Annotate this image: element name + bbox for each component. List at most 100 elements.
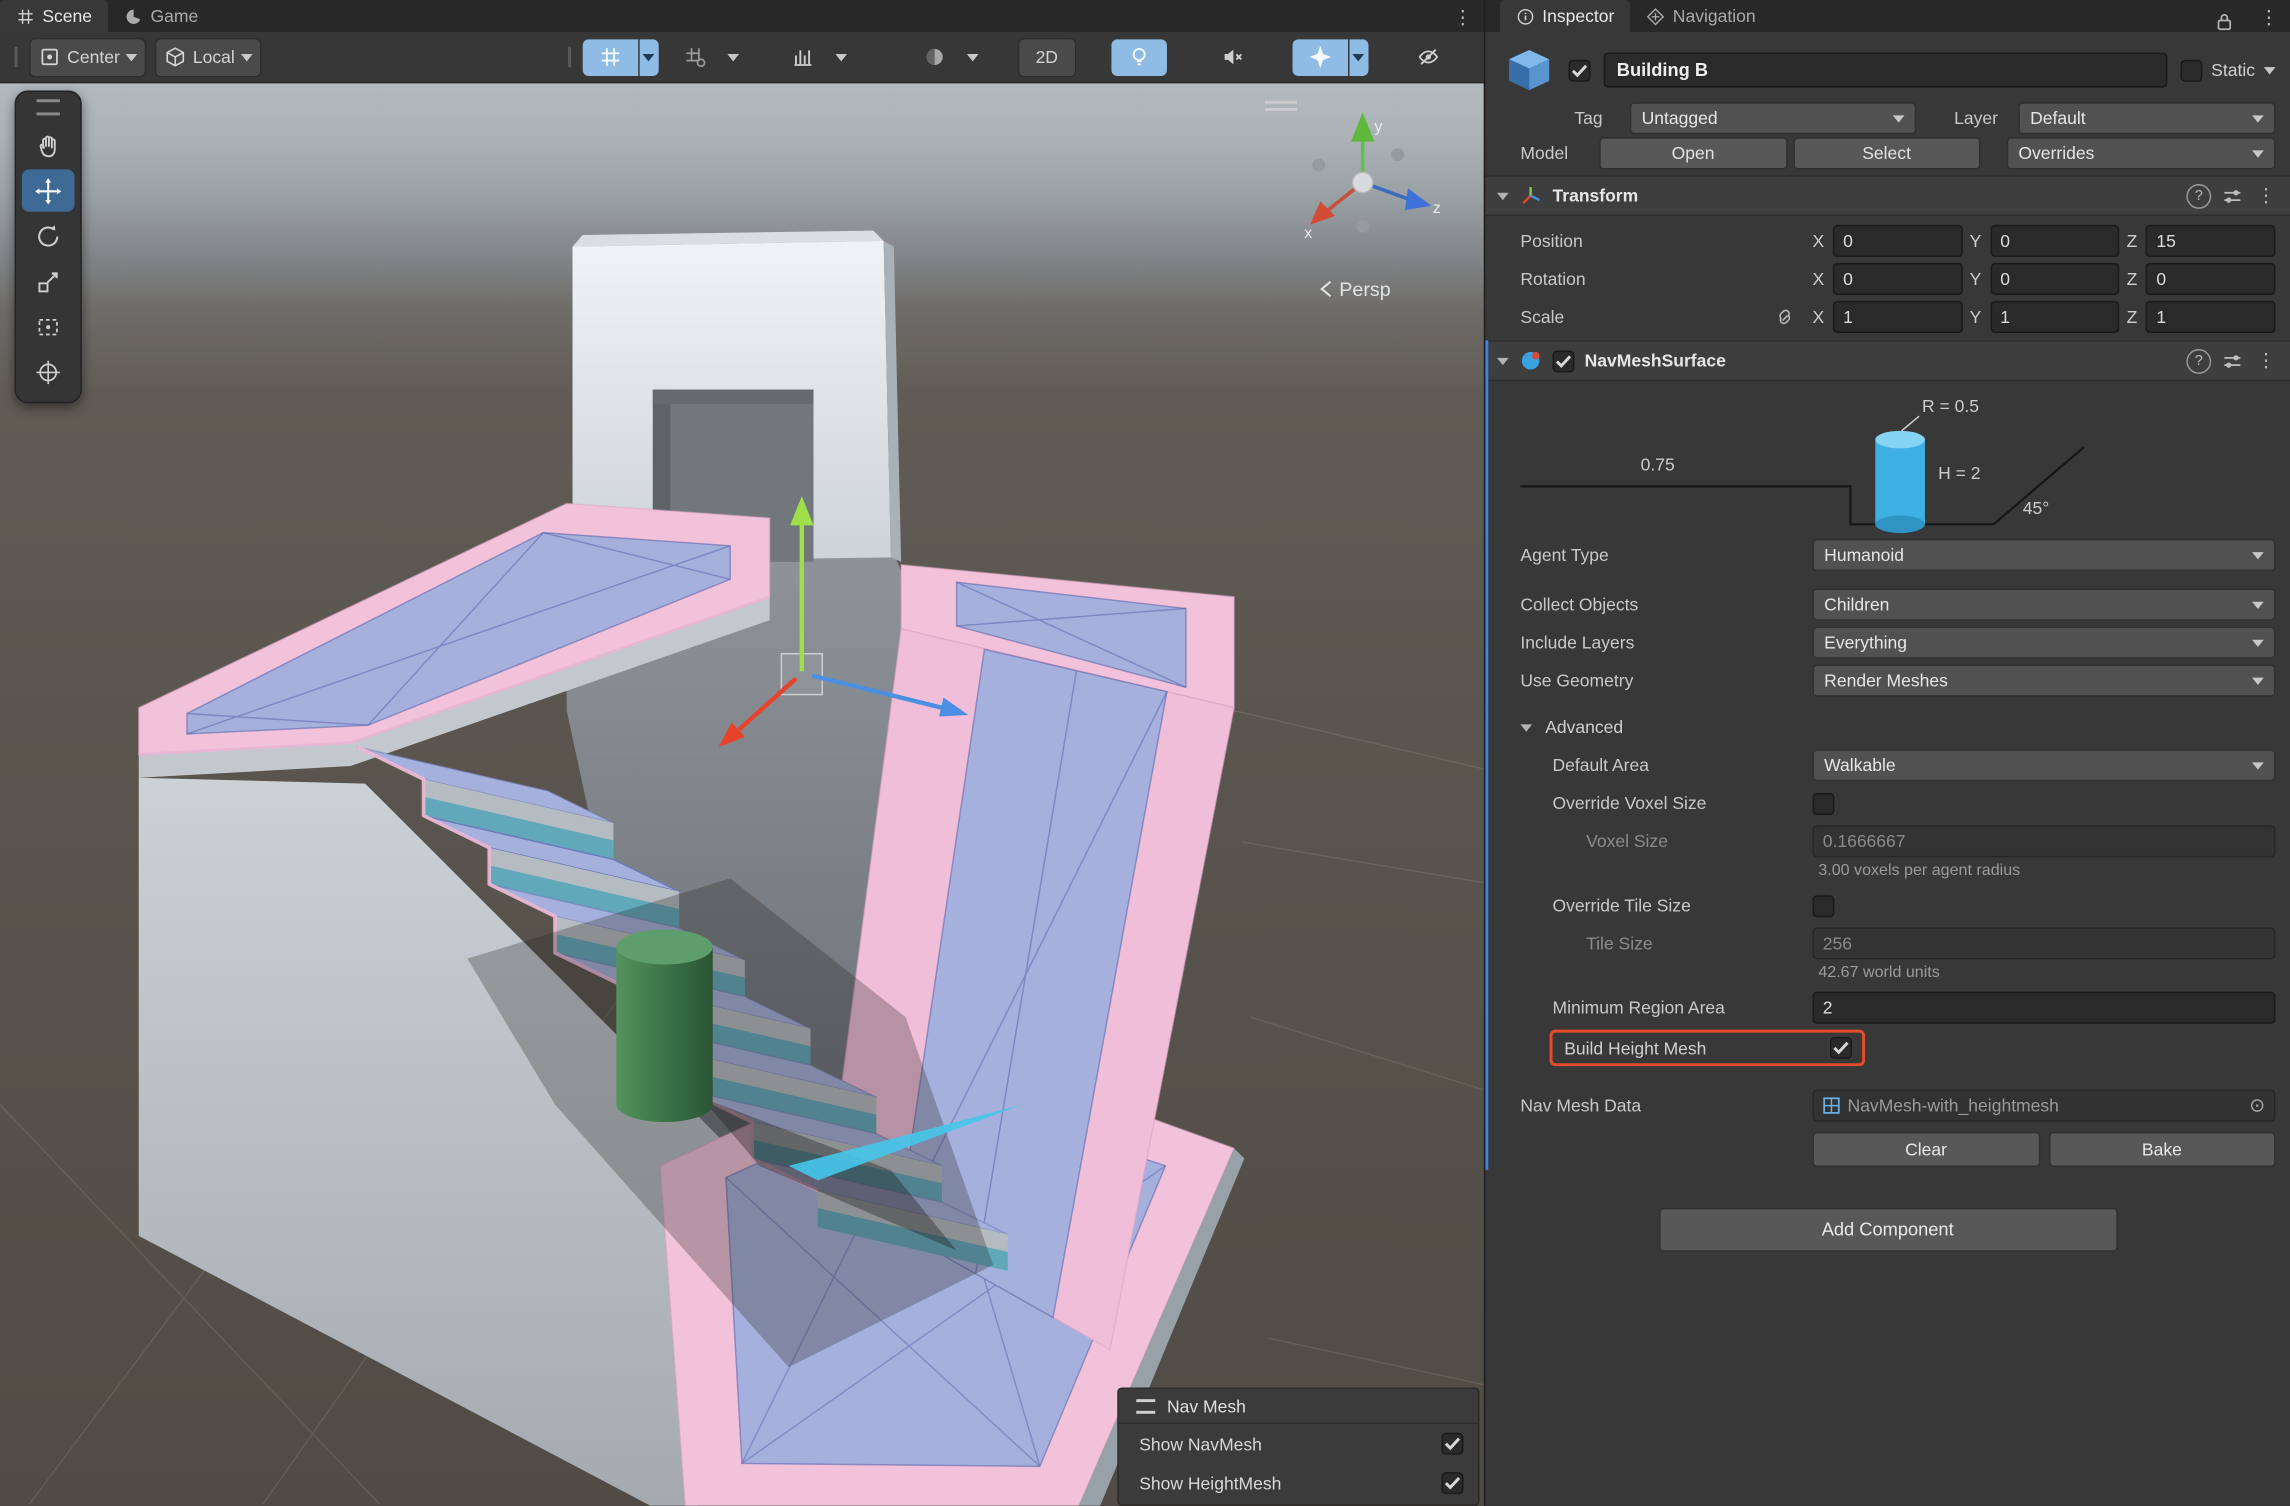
position-y-field[interactable]: 0 [1990, 225, 2119, 257]
transform-header[interactable]: Transform ? ⋮ [1485, 175, 2290, 216]
tab-scene[interactable]: Scene [0, 0, 108, 32]
navmeshsurface-header[interactable]: NavMeshSurface ? ⋮ [1485, 340, 2290, 381]
scene-viewport[interactable]: y x z Persp [0, 83, 1484, 1506]
orientation-negative-axis[interactable] [1312, 158, 1325, 171]
2d-mode-toggle[interactable]: 2D [1018, 37, 1076, 76]
foldout-icon[interactable] [1520, 724, 1532, 731]
help-icon[interactable]: ? [2186, 348, 2211, 373]
palette-drag-handle-icon[interactable] [37, 99, 60, 115]
scale-z-field[interactable]: 1 [2146, 301, 2275, 333]
default-area-dropdown[interactable]: Walkable [1812, 749, 2275, 781]
axis-x-label: x [1304, 224, 1312, 242]
kebab-menu-icon[interactable]: ⋮ [2254, 181, 2279, 210]
help-icon[interactable]: ? [2186, 183, 2211, 208]
transform-title: Transform [1553, 185, 1639, 205]
tab-game[interactable]: Game [108, 0, 214, 32]
snap-increment-dropdown[interactable] [832, 39, 851, 76]
agent-type-dropdown[interactable]: Humanoid [1812, 539, 2275, 571]
orientation-negative-axis[interactable] [1391, 148, 1404, 161]
add-component-label: Add Component [1822, 1220, 1954, 1240]
move-tool-button[interactable] [22, 169, 75, 211]
scene-pane-kebab-icon[interactable]: ⋮ [1442, 3, 1484, 32]
model-select-button[interactable]: Select [1793, 137, 1981, 169]
draw-mode-button[interactable] [907, 39, 962, 76]
scene-audio-toggle[interactable] [1205, 39, 1260, 76]
nav-mesh-data-field[interactable]: NavMesh-with_heightmesh ⊙ [1812, 1090, 2275, 1122]
foldout-icon[interactable] [1497, 192, 1509, 199]
position-z-field[interactable]: 15 [2146, 225, 2275, 257]
draw-mode-dropdown[interactable] [964, 39, 983, 76]
orientation-center[interactable] [1352, 172, 1372, 192]
navmesh-overlay-header[interactable]: Nav Mesh [1119, 1389, 1478, 1424]
handle-orientation-button[interactable]: Local [155, 37, 261, 76]
build-height-mesh-row: Build Height Mesh [1485, 1028, 2290, 1067]
scale-x-field[interactable]: 1 [1833, 301, 1962, 333]
scene-effects-toggle[interactable] [1292, 39, 1347, 76]
scale-tool-button[interactable] [22, 260, 75, 302]
scene-visibility-toggle[interactable] [1400, 39, 1455, 76]
kebab-menu-icon[interactable]: ⋮ [2254, 346, 2279, 375]
scale-y-field[interactable]: 1 [1990, 301, 2119, 333]
chevron-down-icon [2252, 639, 2264, 646]
bake-button[interactable]: Bake [2048, 1132, 2275, 1167]
toolbar-drag-handle[interactable] [568, 47, 571, 67]
scene-lighting-toggle[interactable] [1111, 39, 1166, 76]
add-component-button[interactable]: Add Component [1658, 1208, 2117, 1252]
build-height-mesh-checkbox[interactable] [1830, 1037, 1852, 1059]
orientation-negative-axis[interactable] [1356, 220, 1369, 233]
layer-dropdown[interactable]: Default [2018, 102, 2275, 134]
min-region-field[interactable]: 2 [1812, 992, 2275, 1024]
transform-tool-button[interactable] [22, 351, 75, 393]
presets-icon[interactable] [2221, 185, 2243, 207]
grid-options-dropdown[interactable] [639, 39, 658, 76]
increment-bars-icon [791, 45, 814, 68]
view-hand-tool-button[interactable] [22, 124, 75, 166]
tab-navigation[interactable]: Navigation [1630, 0, 1771, 32]
rect-tool-button[interactable] [22, 305, 75, 347]
static-checkbox[interactable] [2181, 59, 2203, 81]
lock-icon[interactable] [2216, 12, 2234, 32]
position-x-field[interactable]: 0 [1833, 225, 1962, 257]
rotation-y-field[interactable]: 0 [1990, 263, 2119, 295]
gameobject-name-field[interactable]: Building B [1604, 53, 2168, 88]
voxel-size-value: 0.1666667 [1823, 831, 1906, 851]
scene-effects-dropdown[interactable] [1349, 39, 1368, 76]
tile-size-value: 256 [1823, 933, 1852, 953]
toolbar-drag-handle[interactable] [15, 47, 18, 67]
show-heightmesh-checkbox[interactable] [1442, 1472, 1464, 1494]
use-geometry-dropdown[interactable]: Render Meshes [1812, 665, 2275, 697]
grid-snap-dropdown[interactable] [724, 39, 743, 76]
object-picker-icon[interactable]: ⊙ [2249, 1094, 2265, 1117]
rotation-z-field[interactable]: 0 [2146, 263, 2275, 295]
inspector-kebab-icon[interactable]: ⋮ [2248, 3, 2290, 32]
foldout-icon[interactable] [1497, 357, 1509, 364]
advanced-foldout[interactable]: Advanced [1485, 710, 2290, 745]
overrides-dropdown[interactable]: Overrides [2007, 137, 2276, 169]
link-icon[interactable] [1775, 307, 1795, 327]
rotate-tool-button[interactable] [22, 215, 75, 257]
override-tile-checkbox[interactable] [1812, 895, 1834, 917]
collect-objects-dropdown[interactable]: Children [1812, 589, 2275, 621]
x-axis-label: X [1812, 269, 1824, 289]
tab-inspector[interactable]: Inspector [1500, 0, 1631, 32]
model-open-button[interactable]: Open [1599, 137, 1787, 169]
tag-dropdown[interactable]: Untagged [1630, 102, 1916, 134]
presets-icon[interactable] [2221, 350, 2243, 372]
static-flags-dropdown-icon[interactable] [2264, 66, 2276, 73]
chevron-down-icon [2252, 601, 2264, 608]
component-enabled-checkbox[interactable] [1553, 350, 1575, 372]
include-layers-dropdown[interactable]: Everything [1812, 627, 2275, 659]
clear-button[interactable]: Clear [1812, 1132, 2039, 1167]
grid-visibility-toggle[interactable] [582, 39, 637, 76]
gameobject-active-checkbox[interactable] [1569, 59, 1591, 81]
rotation-x-field[interactable]: 0 [1833, 263, 1962, 295]
override-voxel-checkbox[interactable] [1812, 792, 1834, 814]
pivot-mode-button[interactable]: Center [29, 37, 146, 76]
grid-snap-toggle[interactable] [667, 39, 722, 76]
checkmark-icon [1444, 1477, 1460, 1490]
tag-value: Untagged [1642, 108, 1718, 128]
show-navmesh-checkbox[interactable] [1442, 1433, 1464, 1455]
position-z-value: 15 [2156, 231, 2176, 251]
projection-label[interactable]: Persp [1339, 279, 1391, 301]
snap-increment-button[interactable] [775, 39, 830, 76]
